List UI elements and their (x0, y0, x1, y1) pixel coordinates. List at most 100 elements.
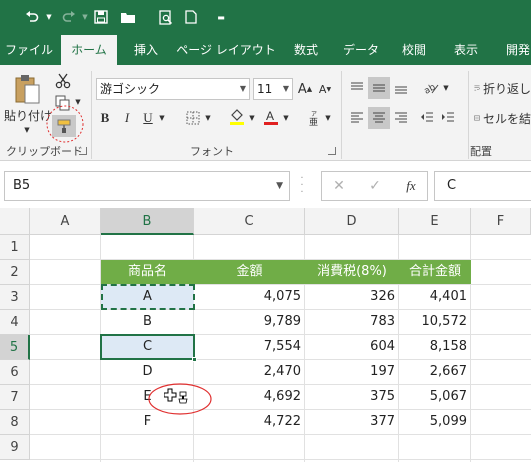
table-cell-amount[interactable]: 7,554 (194, 335, 305, 359)
borders-dropdown-icon[interactable]: ▼ (203, 107, 213, 129)
underline-button[interactable]: U (140, 107, 156, 129)
tab-insert[interactable]: 挿入 (124, 35, 168, 65)
gridline (30, 459, 531, 460)
svg-text:ア: ア (311, 111, 317, 118)
align-middle-icon[interactable] (368, 77, 390, 99)
fill-color-icon[interactable] (227, 105, 247, 129)
redo-dropdown-icon[interactable]: ▼ (80, 6, 90, 28)
font-name-combo[interactable]: 游ゴシック ▼ (96, 78, 250, 100)
cancel-icon[interactable]: ✕ (322, 172, 356, 200)
table-cell-tax[interactable]: 604 (305, 335, 399, 359)
orientation-dropdown-icon[interactable]: ▼ (441, 77, 451, 99)
customize-qat-icon[interactable]: ▬ (214, 6, 228, 28)
tab-developer[interactable]: 開発 (498, 35, 531, 65)
phonetic-guide-icon[interactable]: ア亜 (304, 107, 324, 129)
new-document-icon[interactable] (180, 6, 202, 28)
fill-handle[interactable] (192, 357, 197, 362)
italic-button[interactable]: I (118, 107, 136, 129)
decrease-font-size-icon[interactable]: A ▼ (316, 78, 334, 100)
clipboard-launcher-icon[interactable] (79, 147, 87, 155)
align-bottom-icon[interactable] (391, 77, 411, 99)
active-cell-border (100, 334, 195, 360)
phonetic-dropdown-icon[interactable]: ▼ (323, 107, 333, 129)
column-header-d[interactable]: D (305, 208, 399, 235)
table-header-cell[interactable]: 商品名 (101, 260, 194, 284)
tab-review[interactable]: 校閲 (394, 35, 434, 65)
row-header-7[interactable]: 7 (0, 385, 30, 410)
row-header-1[interactable]: 1 (0, 235, 30, 260)
wrap-text-button[interactable]: 折り返し (474, 77, 531, 99)
row-header-8[interactable]: 8 (0, 410, 30, 435)
table-cell-tax[interactable]: 377 (305, 410, 399, 434)
increase-font-size-icon[interactable]: A ▲ (296, 78, 314, 100)
table-cell-product[interactable]: B (101, 310, 194, 334)
table-cell-total[interactable]: 5,067 (399, 385, 471, 409)
table-header-cell[interactable]: 金額 (194, 260, 305, 284)
font-color-dropdown-icon[interactable]: ▼ (281, 107, 291, 129)
undo-dropdown-icon[interactable]: ▼ (44, 6, 54, 28)
column-header-c[interactable]: C (194, 208, 305, 235)
table-cell-tax[interactable]: 375 (305, 385, 399, 409)
table-cell-total[interactable]: 2,667 (399, 360, 471, 384)
decrease-indent-icon[interactable] (417, 107, 437, 129)
table-cell-tax[interactable]: 197 (305, 360, 399, 384)
tab-home[interactable]: ホーム (61, 35, 117, 66)
table-cell-total[interactable]: 5,099 (399, 410, 471, 434)
underline-dropdown-icon[interactable]: ▼ (157, 107, 167, 129)
row-header-4[interactable]: 4 (0, 310, 30, 335)
row-header-5[interactable]: 5 (0, 335, 30, 360)
row-header-9[interactable]: 9 (0, 435, 30, 460)
column-header-a[interactable]: A (30, 208, 101, 235)
table-cell-tax[interactable]: 326 (305, 285, 399, 309)
enter-icon[interactable]: ✓ (358, 172, 392, 200)
table-header-cell[interactable]: 合計金額 (399, 260, 471, 284)
align-center-icon[interactable] (368, 107, 390, 129)
font-color-icon[interactable]: A (261, 105, 281, 129)
bold-button[interactable]: B (96, 107, 114, 129)
borders-icon[interactable] (184, 107, 202, 129)
formula-input[interactable]: C (434, 171, 531, 201)
font-size-combo[interactable]: 11 ▼ (253, 78, 293, 100)
increase-indent-icon[interactable] (438, 107, 458, 129)
orientation-icon[interactable]: ab (421, 77, 441, 99)
folder-icon[interactable] (117, 6, 139, 28)
align-top-icon[interactable] (347, 77, 367, 99)
align-right-icon[interactable] (391, 107, 411, 129)
table-cell-total[interactable]: 10,572 (399, 310, 471, 334)
print-preview-icon[interactable] (155, 6, 177, 28)
merge-center-button[interactable]: セルを結 (474, 107, 531, 129)
paste-dropdown-icon[interactable]: ▼ (20, 125, 34, 135)
name-box[interactable]: B5 ▼ (4, 171, 290, 201)
cut-icon[interactable] (52, 71, 74, 91)
insert-function-button[interactable]: fx (394, 172, 428, 200)
redo-icon[interactable] (57, 6, 81, 28)
tab-file[interactable]: ファイル (4, 35, 54, 65)
column-header-e[interactable]: E (399, 208, 471, 235)
formula-bar-area: B5 ▼ · · · ✕ ✓ fx C (0, 161, 531, 208)
row-header-6[interactable]: 6 (0, 360, 30, 385)
row-header-2[interactable]: 2 (0, 260, 30, 285)
tab-formulas[interactable]: 数式 (286, 35, 326, 65)
undo-icon[interactable] (20, 6, 44, 28)
fill-color-dropdown-icon[interactable]: ▼ (247, 107, 257, 129)
ribbon-tabs: ファイル ホーム 挿入 ページ レイアウト 数式 データ 校閲 表示 開発 (0, 35, 531, 66)
formula-bar-splitter[interactable]: · · · (298, 174, 306, 198)
tab-data[interactable]: データ (338, 35, 384, 65)
table-cell-total[interactable]: 4,401 (399, 285, 471, 309)
row-header-3[interactable]: 3 (0, 285, 30, 310)
paste-icon[interactable] (10, 71, 44, 107)
column-header-f[interactable]: F (471, 208, 531, 235)
tab-view[interactable]: 表示 (446, 35, 486, 65)
table-cell-amount[interactable]: 4,075 (194, 285, 305, 309)
select-all-corner[interactable] (0, 208, 30, 235)
tab-page-layout[interactable]: ページ レイアウト (176, 35, 276, 65)
table-cell-total[interactable]: 8,158 (399, 335, 471, 359)
save-icon[interactable] (91, 6, 111, 28)
table-header-cell[interactable]: 消費税(8%) (305, 260, 399, 284)
align-left-icon[interactable] (347, 107, 367, 129)
column-header-b[interactable]: B (101, 208, 194, 235)
group-separator (341, 71, 342, 159)
font-launcher-icon[interactable] (328, 147, 336, 155)
table-cell-tax[interactable]: 783 (305, 310, 399, 334)
table-cell-amount[interactable]: 9,789 (194, 310, 305, 334)
